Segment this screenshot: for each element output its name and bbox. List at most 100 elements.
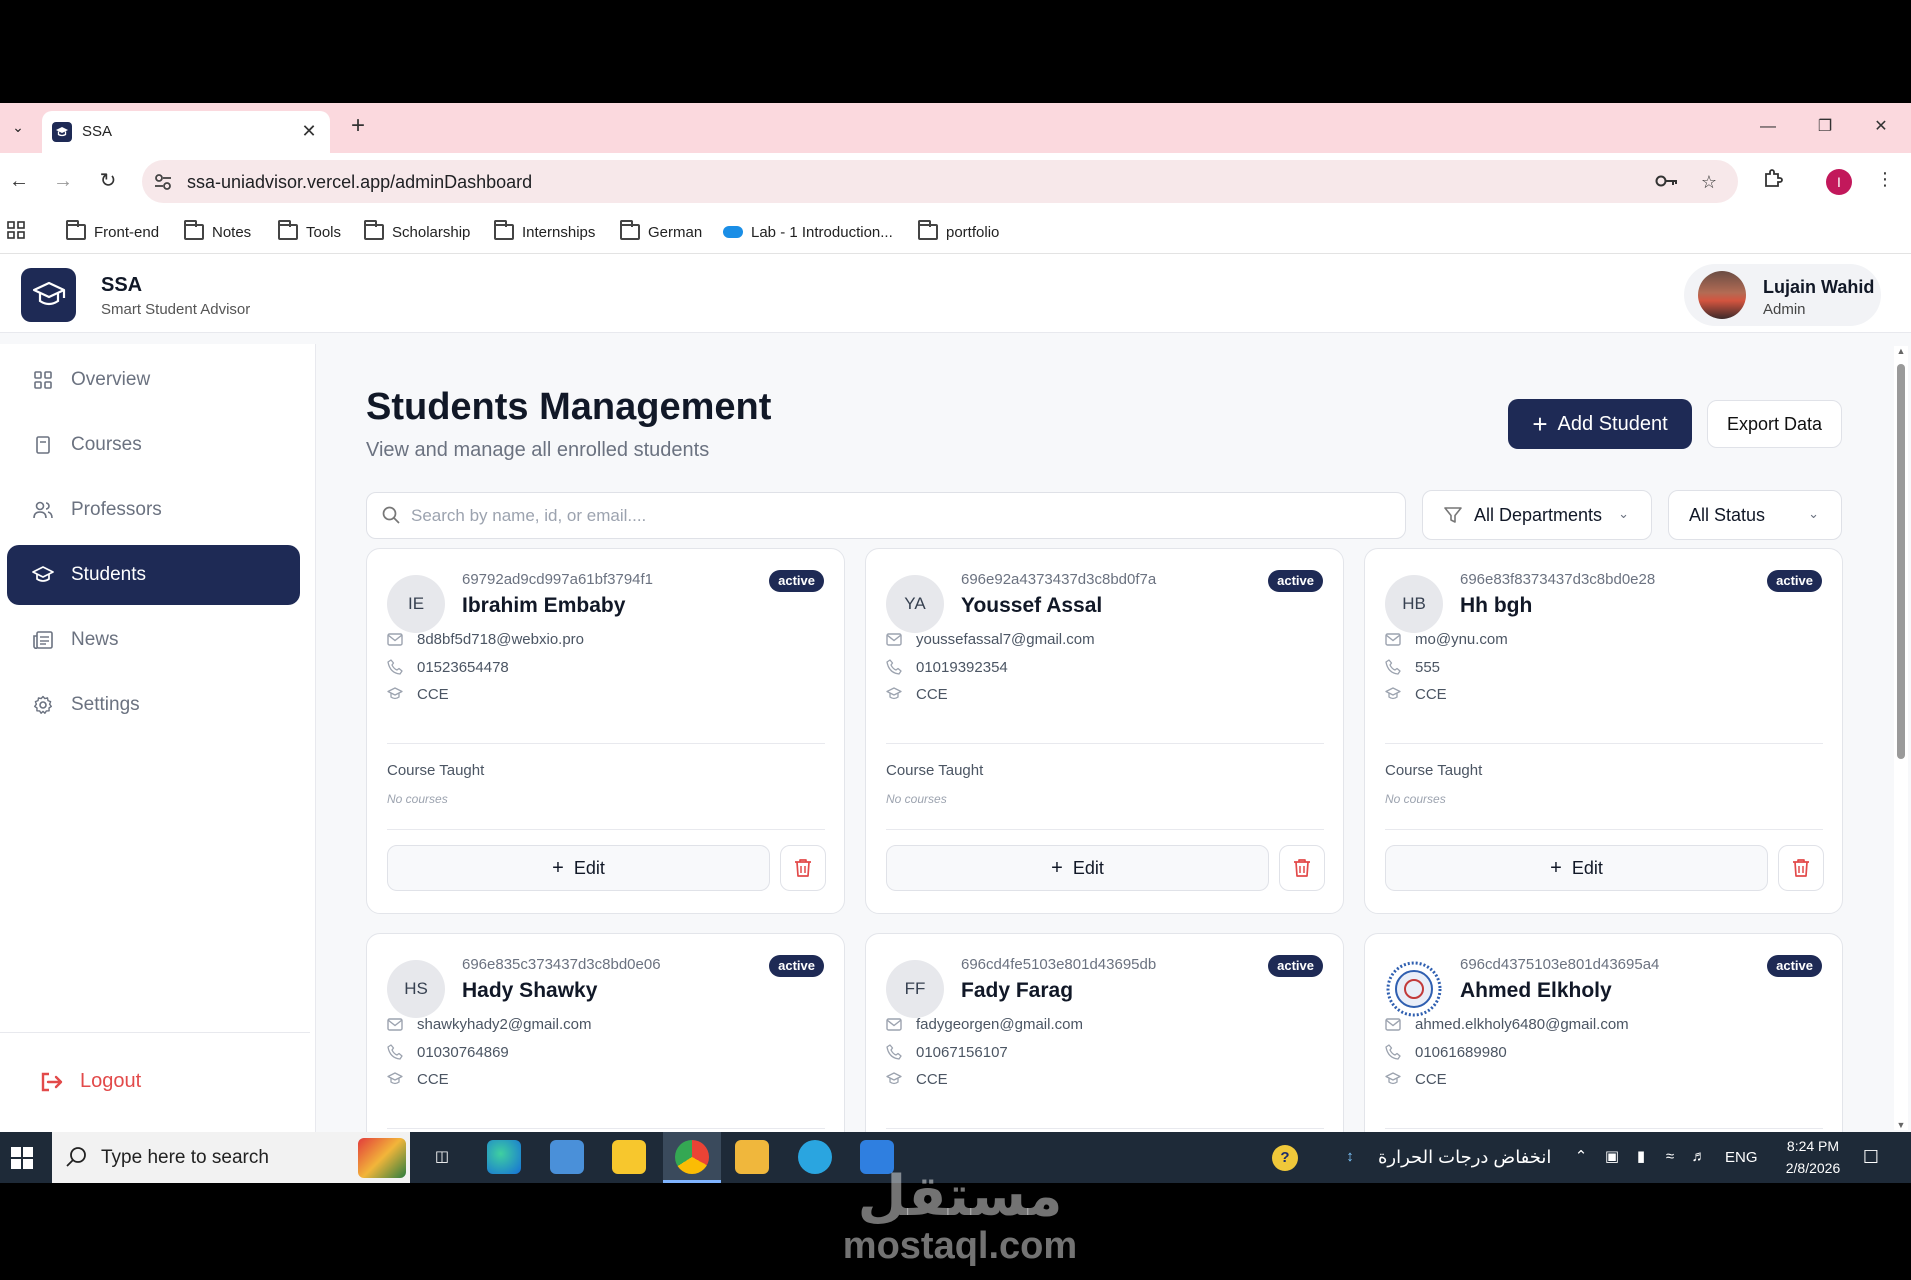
delete-student-button[interactable] — [780, 845, 826, 891]
clock-time[interactable]: 8:24 PM — [1768, 1138, 1858, 1154]
edit-student-button[interactable]: + Edit — [387, 845, 770, 891]
card-divider — [886, 743, 1324, 744]
windows-start-icon[interactable] — [11, 1147, 33, 1169]
clock-date[interactable]: 2/8/2026 — [1768, 1160, 1858, 1176]
sidebar-item-overview[interactable]: Overview — [7, 350, 300, 410]
trash-icon — [794, 858, 812, 878]
new-tab-icon[interactable]: + — [346, 114, 370, 139]
sidebar-item-settings[interactable]: Settings — [7, 675, 300, 735]
chrome-taskbar-active[interactable] — [663, 1132, 721, 1183]
laptop-app-icon[interactable] — [550, 1140, 584, 1174]
student-initials-avatar: FF — [886, 960, 944, 1018]
profile-avatar[interactable]: I — [1826, 169, 1852, 195]
folder-icon — [494, 220, 514, 240]
bookmark-notes[interactable]: Notes — [184, 220, 251, 244]
mail-icon — [886, 1016, 902, 1032]
tab-search-chevron-icon[interactable]: ⌄ — [6, 115, 30, 139]
student-card: YA 696e92a4373437d3c8bd0f7a Youssef Assa… — [865, 548, 1344, 914]
telegram-icon[interactable] — [798, 1140, 832, 1174]
student-card: FF 696cd4fe5103e801d43695db Fady Farag a… — [865, 933, 1344, 1132]
sidebar-item-professors[interactable]: Professors — [7, 480, 300, 540]
maximize-icon[interactable]: ❐ — [1810, 115, 1840, 139]
student-email: ahmed.elkholy6480@gmail.com — [1415, 1015, 1629, 1033]
file-explorer-icon[interactable] — [735, 1140, 769, 1174]
student-email: fadygeorgen@gmail.com — [916, 1015, 1083, 1033]
bookmark-lab[interactable]: Lab - 1 Introduction... — [723, 220, 893, 244]
student-department: CCE — [1415, 1070, 1447, 1088]
card-divider — [1385, 743, 1823, 744]
site-settings-icon[interactable] — [152, 171, 174, 193]
search-box — [366, 492, 1406, 539]
battery-icon[interactable]: ▮ — [1632, 1148, 1650, 1166]
search-input[interactable] — [411, 501, 1391, 531]
bookmark-portfolio[interactable]: portfolio — [918, 220, 999, 244]
window-close-icon[interactable]: ✕ — [1866, 115, 1896, 139]
student-email: 8d8bf5d718@webxio.pro — [417, 630, 585, 648]
reload-icon[interactable]: ↻ — [94, 167, 122, 195]
export-data-button[interactable]: Export Data — [1707, 400, 1842, 448]
department-filter-select[interactable]: All Departments ⌄ — [1422, 490, 1652, 540]
help-icon[interactable]: ? — [1272, 1145, 1298, 1171]
watermark-latin: mostaql.com — [842, 1225, 1078, 1267]
logout-button[interactable]: Logout — [40, 1070, 141, 1093]
volume-icon[interactable]: ♬ — [1690, 1148, 1708, 1166]
bookmark-front-end[interactable]: Front-end — [66, 220, 159, 244]
phone-icon — [886, 659, 902, 675]
bookmark-german[interactable]: German — [620, 220, 702, 244]
bookmark-tools[interactable]: Tools — [278, 220, 341, 244]
browser-tab[interactable]: SSA ✕ — [42, 111, 330, 153]
minimize-icon[interactable]: — — [1753, 115, 1783, 139]
meet-now-icon[interactable]: ▣ — [1603, 1148, 1621, 1166]
apps-grid-icon[interactable] — [7, 221, 27, 241]
sticky-notes-icon[interactable] — [612, 1140, 646, 1174]
mail-icon — [886, 631, 902, 647]
sidebar-item-courses[interactable]: Courses — [7, 415, 300, 475]
tab-close-icon[interactable]: ✕ — [298, 120, 320, 142]
status-filter-select[interactable]: All Status ⌄ — [1668, 490, 1842, 540]
student-card: 696cd4375103e801d43695a4 Ahmed Elkholy a… — [1364, 933, 1843, 1132]
search-icon — [66, 1146, 88, 1174]
university-seal-avatar — [1385, 960, 1443, 1018]
delete-student-button[interactable] — [1778, 845, 1824, 891]
grid-icon — [31, 368, 55, 392]
address-bar[interactable]: ssa-uniadvisor.vercel.app/adminDashboard… — [142, 160, 1738, 203]
user-profile-chip[interactable]: Lujain Wahid Admin — [1684, 264, 1881, 326]
sidebar-item-news[interactable]: News — [7, 610, 300, 670]
edit-student-button[interactable]: + Edit — [886, 845, 1269, 891]
bookmark-star-icon[interactable]: ☆ — [1697, 170, 1721, 194]
course-taught-label: Course Taught — [387, 762, 485, 779]
wifi-icon[interactable]: ≈ — [1661, 1148, 1679, 1166]
scroll-down-icon[interactable]: ▼ — [1896, 1120, 1906, 1130]
page-subtitle: View and manage all enrolled students — [366, 439, 710, 461]
edit-student-button[interactable]: + Edit — [1385, 845, 1768, 891]
chevron-up-icon[interactable]: ⌃ — [1572, 1148, 1590, 1166]
delete-student-button[interactable] — [1279, 845, 1325, 891]
back-arrow-icon[interactable]: ← — [5, 167, 33, 195]
tab-favicon-icon — [52, 122, 72, 142]
sidebar-item-students[interactable]: Students — [7, 545, 300, 605]
page-scrollbar[interactable]: ▲ ▼ — [1894, 346, 1908, 1130]
bookmark-scholarship[interactable]: Scholarship — [364, 220, 470, 244]
taskbar-search-placeholder: Type here to search — [101, 1147, 269, 1168]
forward-arrow-icon[interactable]: → — [49, 167, 77, 195]
avatar — [1698, 271, 1746, 319]
watermark-arabic: مستقل — [857, 1164, 1063, 1227]
scrollbar-thumb[interactable] — [1897, 364, 1905, 759]
add-student-button[interactable]: + Add Student — [1508, 399, 1692, 449]
task-view-icon[interactable]: ◫ — [432, 1148, 452, 1166]
scroll-up-icon[interactable]: ▲ — [1896, 346, 1906, 356]
graduation-cap-icon — [1385, 1071, 1401, 1087]
password-key-icon[interactable] — [1655, 170, 1679, 194]
course-taught-label: Course Taught — [1385, 762, 1483, 779]
weather-text[interactable]: انخفاض درجات الحرارة — [1378, 1147, 1551, 1168]
taskbar-search-box[interactable]: Type here to search — [52, 1132, 410, 1183]
edge-browser-icon[interactable] — [487, 1140, 521, 1174]
graduation-cap-logo-icon — [21, 268, 76, 322]
bookmark-internships[interactable]: Internships — [494, 220, 595, 244]
notification-icon[interactable]: ☐ — [1862, 1148, 1880, 1166]
student-phone: 01030764869 — [417, 1043, 509, 1061]
extensions-puzzle-icon[interactable] — [1761, 167, 1785, 191]
language-indicator[interactable]: ENG — [1725, 1149, 1758, 1166]
student-phone: 01019392354 — [916, 658, 1008, 676]
browser-menu-icon[interactable]: ⋮ — [1873, 167, 1897, 191]
